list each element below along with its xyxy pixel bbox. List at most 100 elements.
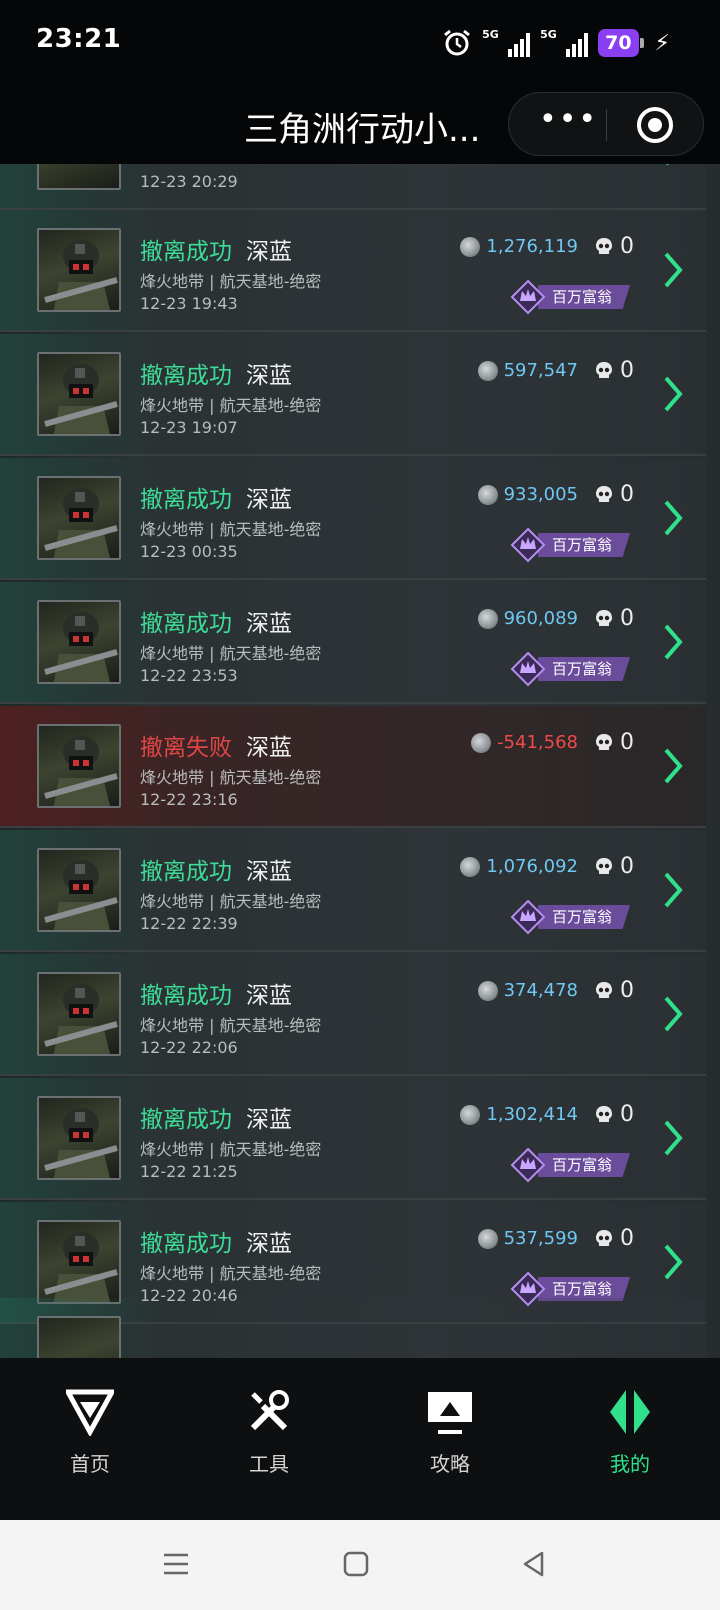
soldier-icon [44, 364, 118, 434]
operator-name: 深蓝 [246, 487, 292, 513]
crown-gem-icon [510, 1271, 546, 1307]
soldier-icon [44, 612, 118, 682]
match-record-list[interactable]: 12-23 20:29 撤离成功 深蓝 烽火地带 | 航天基地-绝密 12-23… [0, 164, 720, 1358]
record-date: 12-23 00:35 [140, 542, 238, 561]
profit-value: 537,599 [503, 1228, 578, 1249]
extraction-status: 撤离失败 [140, 735, 232, 761]
record-date: 12-22 22:06 [140, 1038, 238, 1057]
list-item[interactable]: 撤离成功 深蓝 烽火地带 | 航天基地-绝密 12-23 19:07 597,5… [0, 334, 706, 456]
skull-icon [596, 361, 612, 378]
tab-profile[interactable]: 我的 [570, 1388, 690, 1477]
list-item[interactable]: 撤离成功 深蓝 烽火地带 | 航天基地-绝密 12-22 22:06 374,4… [0, 954, 706, 1076]
operator-name: 深蓝 [246, 859, 292, 885]
skull-icon [596, 485, 612, 502]
operator-avatar [37, 600, 121, 684]
home-square-icon[interactable] [342, 1550, 370, 1578]
skull-icon [596, 1229, 612, 1246]
record-date: 12-22 23:53 [140, 666, 238, 685]
coin-icon [460, 236, 481, 257]
menu-icon[interactable] [162, 1550, 190, 1578]
list-item[interactable]: 撤离成功 深蓝 烽火地带 | 航天基地-绝密 12-23 19:43 1,276… [0, 210, 706, 332]
close-miniprogram-icon[interactable] [637, 107, 673, 143]
coin-icon [471, 732, 492, 753]
profit-value: 1,076,092 [486, 856, 578, 877]
tab-label: 我的 [610, 1452, 650, 1476]
coin-icon [460, 1104, 481, 1125]
list-item[interactable]: 撤离失败 深蓝 烽火地带 | 航天基地-绝密 12-22 23:16 -541,… [0, 706, 706, 828]
list-item-partial[interactable]: 12-23 20:29 [0, 164, 706, 210]
skull-icon [596, 609, 612, 626]
value-group: 933,005 0 [477, 482, 634, 507]
record-date: 12-23 20:29 [140, 172, 238, 191]
profit-value: 933,005 [503, 484, 578, 505]
bottom-tab-bar: 首页 工具 攻略 我的 [0, 1358, 720, 1520]
extraction-status: 撤离成功 [140, 983, 232, 1009]
profile-icon [610, 1390, 650, 1434]
value-group: 374,478 0 [477, 978, 634, 1003]
home-logo-icon [66, 1389, 114, 1436]
crown-gem-icon [510, 279, 546, 315]
chevron-right-icon [664, 252, 683, 288]
tab-guide[interactable]: 攻略 [390, 1388, 510, 1477]
status-bar: 23:21 5G 5G 70 ⚡ [0, 0, 720, 86]
value-group: -541,568 0 [471, 730, 634, 755]
coin-icon [460, 856, 481, 877]
list-item[interactable]: 撤离成功 深蓝 烽火地带 | 航天基地-绝密 12-23 00:35 933,0… [0, 458, 706, 580]
chevron-right-icon [664, 996, 683, 1032]
profit-value: 374,478 [503, 980, 578, 1001]
signal-2-icon: 5G [540, 28, 589, 57]
soldier-icon [44, 984, 118, 1054]
operator-avatar [37, 352, 121, 436]
operator-avatar [37, 1316, 121, 1358]
kill-count: 0 [620, 482, 634, 507]
back-icon[interactable] [520, 1550, 548, 1578]
kill-count: 0 [620, 358, 634, 383]
tab-label: 首页 [70, 1452, 110, 1476]
badge-label: 百万富翁 [537, 285, 630, 309]
status-icons: 5G 5G 70 ⚡ [442, 26, 670, 60]
profit-value: 1,276,119 [486, 236, 578, 257]
operator-name: 深蓝 [246, 983, 292, 1009]
badge-label: 百万富翁 [537, 905, 630, 929]
value-group: 1,076,092 0 [460, 854, 634, 879]
tab-tools[interactable]: 工具 [209, 1388, 329, 1477]
chevron-right-icon [664, 624, 683, 660]
list-item-partial-bottom[interactable] [0, 1298, 706, 1358]
guide-icon [428, 1392, 472, 1434]
network-label-1: 5G [482, 28, 499, 41]
chevron-right-icon [664, 748, 683, 784]
operator-avatar [37, 164, 121, 190]
kill-count: 0 [620, 1226, 634, 1251]
tab-home[interactable]: 首页 [30, 1388, 150, 1477]
battery-indicator: 70 [598, 29, 645, 57]
kill-count: 0 [620, 854, 634, 879]
achievement-badge: 百万富翁 [510, 279, 630, 315]
record-date: 12-22 22:39 [140, 914, 238, 933]
coin-icon [477, 1228, 498, 1249]
network-label-2: 5G [540, 28, 557, 41]
profit-value: 597,547 [503, 360, 578, 381]
operator-name: 深蓝 [246, 1231, 292, 1257]
crown-gem-icon [510, 527, 546, 563]
record-date: 12-23 19:43 [140, 294, 238, 313]
list-item[interactable]: 撤离成功 深蓝 烽火地带 | 航天基地-绝密 12-22 21:25 1,302… [0, 1078, 706, 1200]
extraction-status: 撤离成功 [140, 611, 232, 637]
list-item[interactable]: 撤离成功 深蓝 烽火地带 | 航天基地-绝密 12-22 22:39 1,076… [0, 830, 706, 952]
skull-icon [596, 857, 612, 874]
skull-icon [596, 733, 612, 750]
value-group: 1,302,414 0 [460, 1102, 634, 1127]
extraction-status: 撤离成功 [140, 1107, 232, 1133]
achievement-badge: 百万富翁 [510, 651, 630, 687]
profit-value: 960,089 [503, 608, 578, 629]
map-info: 烽火地带 | 航天基地-绝密 [140, 892, 322, 911]
capsule-divider [606, 109, 607, 141]
crown-gem-icon [510, 651, 546, 687]
operator-name: 深蓝 [246, 1107, 292, 1133]
operator-name: 深蓝 [246, 239, 292, 265]
list-item[interactable]: 撤离成功 深蓝 烽火地带 | 航天基地-绝密 12-22 23:53 960,0… [0, 582, 706, 704]
soldier-icon [44, 1108, 118, 1178]
profit-value: -541,568 [497, 732, 578, 753]
chevron-right-icon [664, 1244, 683, 1280]
more-icon[interactable]: ••• [539, 105, 596, 139]
chevron-right-icon [666, 164, 669, 166]
